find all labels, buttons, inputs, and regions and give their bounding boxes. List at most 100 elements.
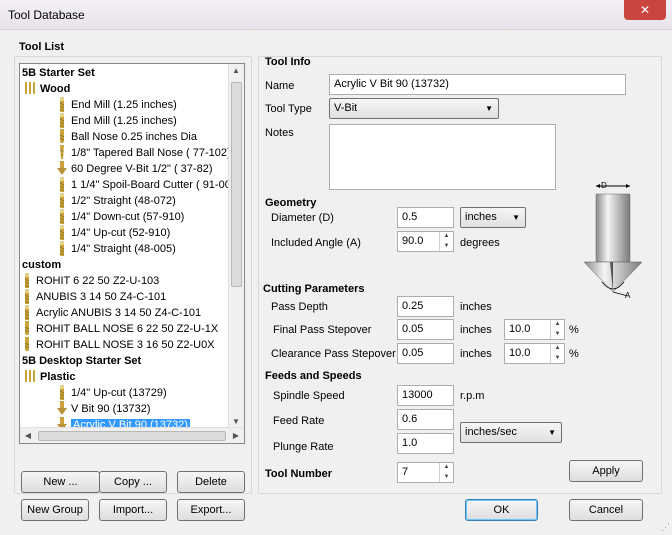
tool-tree-item-label: custom <box>22 259 62 271</box>
tool-tree-group[interactable]: Wood <box>24 81 70 97</box>
tool-tree[interactable]: 5B Starter Set Wood End Mill (1.25 inches)… <box>19 63 245 444</box>
tree-horizontal-scrollbar[interactable]: ◀ ▶ <box>20 427 244 443</box>
tool-tree-item[interactable]: 1/4" Up-cut (52-910) <box>57 225 170 241</box>
diameter-label: Diameter (D) <box>271 212 334 224</box>
v-bit-icon <box>57 401 71 415</box>
pass-depth-unit: inches <box>460 301 492 313</box>
tool-tree-group[interactable]: 5B Desktop Starter Set <box>22 353 141 369</box>
ok-button[interactable]: OK <box>465 499 538 521</box>
tool-tree-item-label: 1/2" Straight (48-072) <box>71 195 176 207</box>
spindle-speed-unit: r.p.m <box>460 390 485 402</box>
tool-number-label: Tool Number <box>265 468 333 480</box>
included-angle-input[interactable]: 90.0 ▲ ▼ <box>397 231 454 252</box>
delete-tool-button[interactable]: Delete <box>177 471 245 493</box>
tool-tree-item-label: End Mill (1.25 inches) <box>71 115 177 127</box>
notes-textarea[interactable] <box>329 124 556 190</box>
tool-number-value: 7 <box>402 466 409 478</box>
clearance-pass-stepover-unit: inches <box>460 348 492 360</box>
included-angle-stepper[interactable]: ▲ ▼ <box>439 232 453 251</box>
final-pass-percent-sign: % <box>569 324 579 336</box>
new-group-button[interactable]: New Group <box>21 499 89 521</box>
final-pass-percent-input[interactable]: 10.0 ▲ ▼ <box>504 319 565 340</box>
diameter-unit-select[interactable]: inches ▼ <box>460 207 526 228</box>
close-button[interactable]: ✕ <box>624 0 666 20</box>
tool-tree-item[interactable]: 1/4" Straight (48-005) <box>57 241 176 257</box>
tool-tree-item[interactable]: End Mill (1.25 inches) <box>57 113 177 129</box>
end-mill-icon <box>57 209 71 224</box>
tool-tree-item-label: 1/4" Down-cut (57-910) <box>71 211 185 223</box>
pass-depth-input[interactable]: 0.25 <box>397 296 454 317</box>
tool-tree-item[interactable]: Ball Nose 0.25 inches Dia <box>57 129 197 145</box>
tree-vertical-scrollbar[interactable]: ▲ ▼ <box>228 64 244 428</box>
plunge-rate-input[interactable]: 1.0 <box>397 433 454 454</box>
spin-down-icon[interactable]: ▼ <box>551 329 564 339</box>
final-pass-stepover-input[interactable]: 0.05 <box>397 319 454 340</box>
spindle-speed-label: Spindle Speed <box>273 390 345 402</box>
name-input[interactable]: Acrylic V Bit 90 (13732) <box>329 74 626 95</box>
tool-tree-item[interactable]: 1/8" Tapered Ball Nose ( 77-102) <box>57 145 231 161</box>
final-pass-stepover-label: Final Pass Stepover <box>273 324 372 336</box>
cancel-button[interactable]: Cancel <box>569 499 643 521</box>
scroll-left-arrow-icon[interactable]: ◀ <box>21 431 35 440</box>
tool-tree-item[interactable]: ROHIT BALL NOSE 6 22 50 Z2-U-1X <box>22 321 218 337</box>
tool-tree-item[interactable]: ANUBIS 3 14 50 Z4-C-101 <box>22 289 166 305</box>
clearance-pass-stepover-label: Clearance Pass Stepover <box>271 348 396 360</box>
scroll-down-arrow-icon[interactable]: ▼ <box>229 417 243 426</box>
tool-tree-item[interactable]: Acrylic ANUBIS 3 14 50 Z4-C-101 <box>22 305 201 321</box>
clearance-pass-stepover-input[interactable]: 0.05 <box>397 343 454 364</box>
window-title: Tool Database <box>8 8 85 22</box>
title-bar: Tool Database ✕ <box>0 0 672 30</box>
tool-number-stepper[interactable]: ▲ ▼ <box>439 463 453 482</box>
rate-unit-select[interactable]: inches/sec ▼ <box>460 422 562 443</box>
tool-info-heading: Tool Info <box>265 56 311 68</box>
resize-grip-icon[interactable]: ⋰ <box>661 522 670 533</box>
tool-tree-group[interactable]: Plastic <box>24 369 75 385</box>
feed-rate-input[interactable]: 0.6 <box>397 409 454 430</box>
tool-tree-item[interactable]: 1/4" Up-cut (13729) <box>57 385 167 401</box>
tool-tree-item[interactable]: 1/4" Down-cut (57-910) <box>57 209 184 225</box>
tool-group-icon <box>24 82 40 95</box>
vertical-scroll-thumb[interactable] <box>231 82 242 287</box>
copy-tool-button[interactable]: Copy ... <box>99 471 167 493</box>
clearance-pass-percent-stepper[interactable]: ▲ ▼ <box>550 344 564 363</box>
spin-down-icon[interactable]: ▼ <box>440 472 453 482</box>
scroll-up-arrow-icon[interactable]: ▲ <box>229 66 243 75</box>
spin-up-icon[interactable]: ▲ <box>551 320 564 329</box>
apply-button[interactable]: Apply <box>569 460 643 482</box>
included-angle-label: Included Angle (A) <box>271 237 361 249</box>
spin-down-icon[interactable]: ▼ <box>551 353 564 363</box>
tool-tree-group[interactable]: custom <box>22 257 61 273</box>
tool-tree-item-label: Acrylic ANUBIS 3 14 50 Z4-C-101 <box>36 307 202 319</box>
tool-tree-group[interactable]: 5B Starter Set <box>22 65 95 81</box>
new-tool-button[interactable]: New ... <box>21 471 100 493</box>
tool-tree-item[interactable]: ROHIT 6 22 50 Z2-U-103 <box>22 273 159 289</box>
end-mill-icon <box>57 385 71 400</box>
cutting-parameters-heading: Cutting Parameters <box>263 283 365 295</box>
tapered-ball-nose-icon <box>57 145 71 159</box>
tool-tree-item-label: 1/4" Straight (48-005) <box>71 243 176 255</box>
tool-tree-item[interactable]: End Mill (1.25 inches) <box>57 97 177 113</box>
tool-tree-item[interactable]: 1 1/4" Spoil-Board Cutter ( 91-000) <box>57 177 241 193</box>
tool-tree-item[interactable]: V Bit 90 (13732) <box>57 401 151 417</box>
tool-tree-item[interactable]: 1/2" Straight (48-072) <box>57 193 176 209</box>
horizontal-scroll-thumb[interactable] <box>38 431 226 441</box>
tool-tree-item[interactable]: 60 Degree V-Bit 1/2" ( 37-82) <box>57 161 212 177</box>
rate-unit-value: inches/sec <box>465 426 517 438</box>
spin-up-icon[interactable]: ▲ <box>551 344 564 353</box>
tool-tree-item[interactable]: ROHIT BALL NOSE 3 16 50 Z2-U0X <box>22 337 215 353</box>
spindle-speed-input[interactable]: 13000 <box>397 385 454 406</box>
diameter-input[interactable]: 0.5 <box>397 207 454 228</box>
tool-number-input[interactable]: 7 ▲ ▼ <box>397 462 454 483</box>
clearance-pass-percent-input[interactable]: 10.0 ▲ ▼ <box>504 343 565 364</box>
chevron-down-icon: ▼ <box>548 428 556 437</box>
spin-down-icon[interactable]: ▼ <box>440 241 453 251</box>
tool-type-select[interactable]: V-Bit ▼ <box>329 98 499 119</box>
spin-up-icon[interactable]: ▲ <box>440 232 453 241</box>
import-button[interactable]: Import... <box>99 499 167 521</box>
final-pass-percent-stepper[interactable]: ▲ ▼ <box>550 320 564 339</box>
tool-tree-item-label: V Bit 90 (13732) <box>71 403 151 415</box>
scroll-right-arrow-icon[interactable]: ▶ <box>229 431 243 440</box>
end-mill-icon <box>22 305 36 320</box>
export-button[interactable]: Export... <box>177 499 245 521</box>
spin-up-icon[interactable]: ▲ <box>440 463 453 472</box>
